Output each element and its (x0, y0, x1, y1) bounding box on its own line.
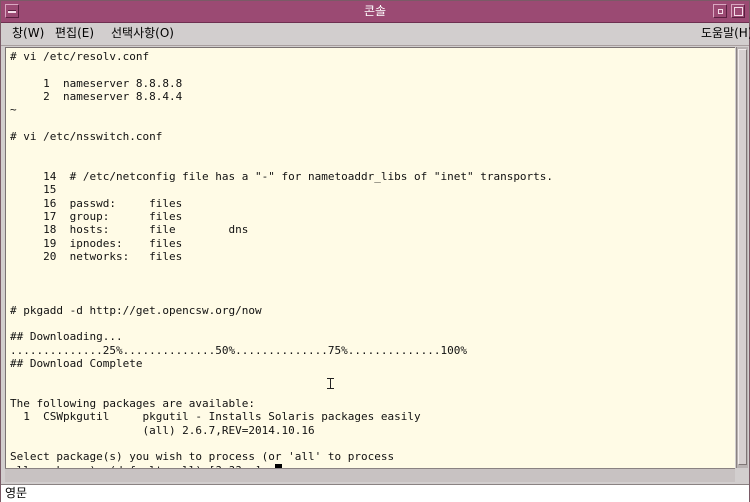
terminal-text: # vi /etc/resolv.conf 1 nameserver 8.8.8… (10, 50, 553, 468)
terminal-line: Select package(s) you wish to process (o… (10, 450, 395, 464)
menu-edit[interactable]: 편집(E) (55, 26, 94, 41)
menu-options[interactable]: 선택사항(O) (111, 26, 174, 41)
terminal-line: 2 nameserver 8.8.4.4 (10, 90, 183, 104)
menu-bar: 창(W) 편집(E) 선택사항(O) 도움말(H) (1, 23, 750, 46)
terminal-line: 17 group: files (10, 210, 183, 224)
terminal-line: 20 networks: files (10, 250, 183, 264)
terminal-line: 1 CSWpkgutil pkgutil - Installs Solaris … (10, 410, 421, 424)
terminal-line: (all) 2.6.7,REV=2014.10.16 (10, 423, 315, 437)
terminal-line: ..............25%..............50%......… (10, 343, 467, 357)
terminal-line: ~ (10, 103, 17, 117)
terminal-line: 15 (10, 183, 57, 197)
window-title: 콘솔 (363, 4, 387, 18)
input-mode-indicator: 영문 (5, 486, 28, 500)
terminal-line: # vi /etc/nsswitch.conf (10, 130, 163, 144)
terminal-line: # vi /etc/resolv.conf (10, 50, 150, 63)
terminal-line: ## Downloading... (10, 330, 123, 344)
vertical-scrollbar[interactable] (736, 47, 748, 468)
title-bar[interactable]: 콘솔 (1, 1, 749, 23)
menu-help[interactable]: 도움말(H) (701, 26, 750, 41)
terminal-line: 14 # /etc/netconfig file has a "-" for n… (10, 170, 554, 184)
terminal-line: 18 hosts: file dns (10, 223, 249, 237)
terminal-line: ## Download Complete (10, 356, 143, 370)
console-window: 콘솔 창(W) 편집(E) 선택사항(O) 도움말(H) # vi /etc/r… (0, 0, 750, 502)
terminal-line: The following packages are available: (10, 396, 256, 410)
terminal-line: 19 ipnodes: files (10, 236, 183, 250)
scrollbar-thumb[interactable] (738, 49, 747, 465)
terminal-line: 1 nameserver 8.8.8.8 (10, 76, 183, 90)
maximize-button[interactable] (731, 4, 745, 18)
terminal-output[interactable]: # vi /etc/resolv.conf 1 nameserver 8.8.8… (5, 47, 735, 468)
terminal-line: # pkgadd -d http://get.opencsw.org/now (10, 303, 262, 317)
minimize-button[interactable] (713, 4, 727, 18)
menu-window[interactable]: 창(W) (12, 26, 44, 41)
horizontal-frame (5, 468, 735, 482)
terminal-line: 16 passwd: files (10, 196, 183, 210)
status-bar: 영문 (1, 484, 749, 502)
ibeam-pointer-icon (327, 378, 334, 389)
